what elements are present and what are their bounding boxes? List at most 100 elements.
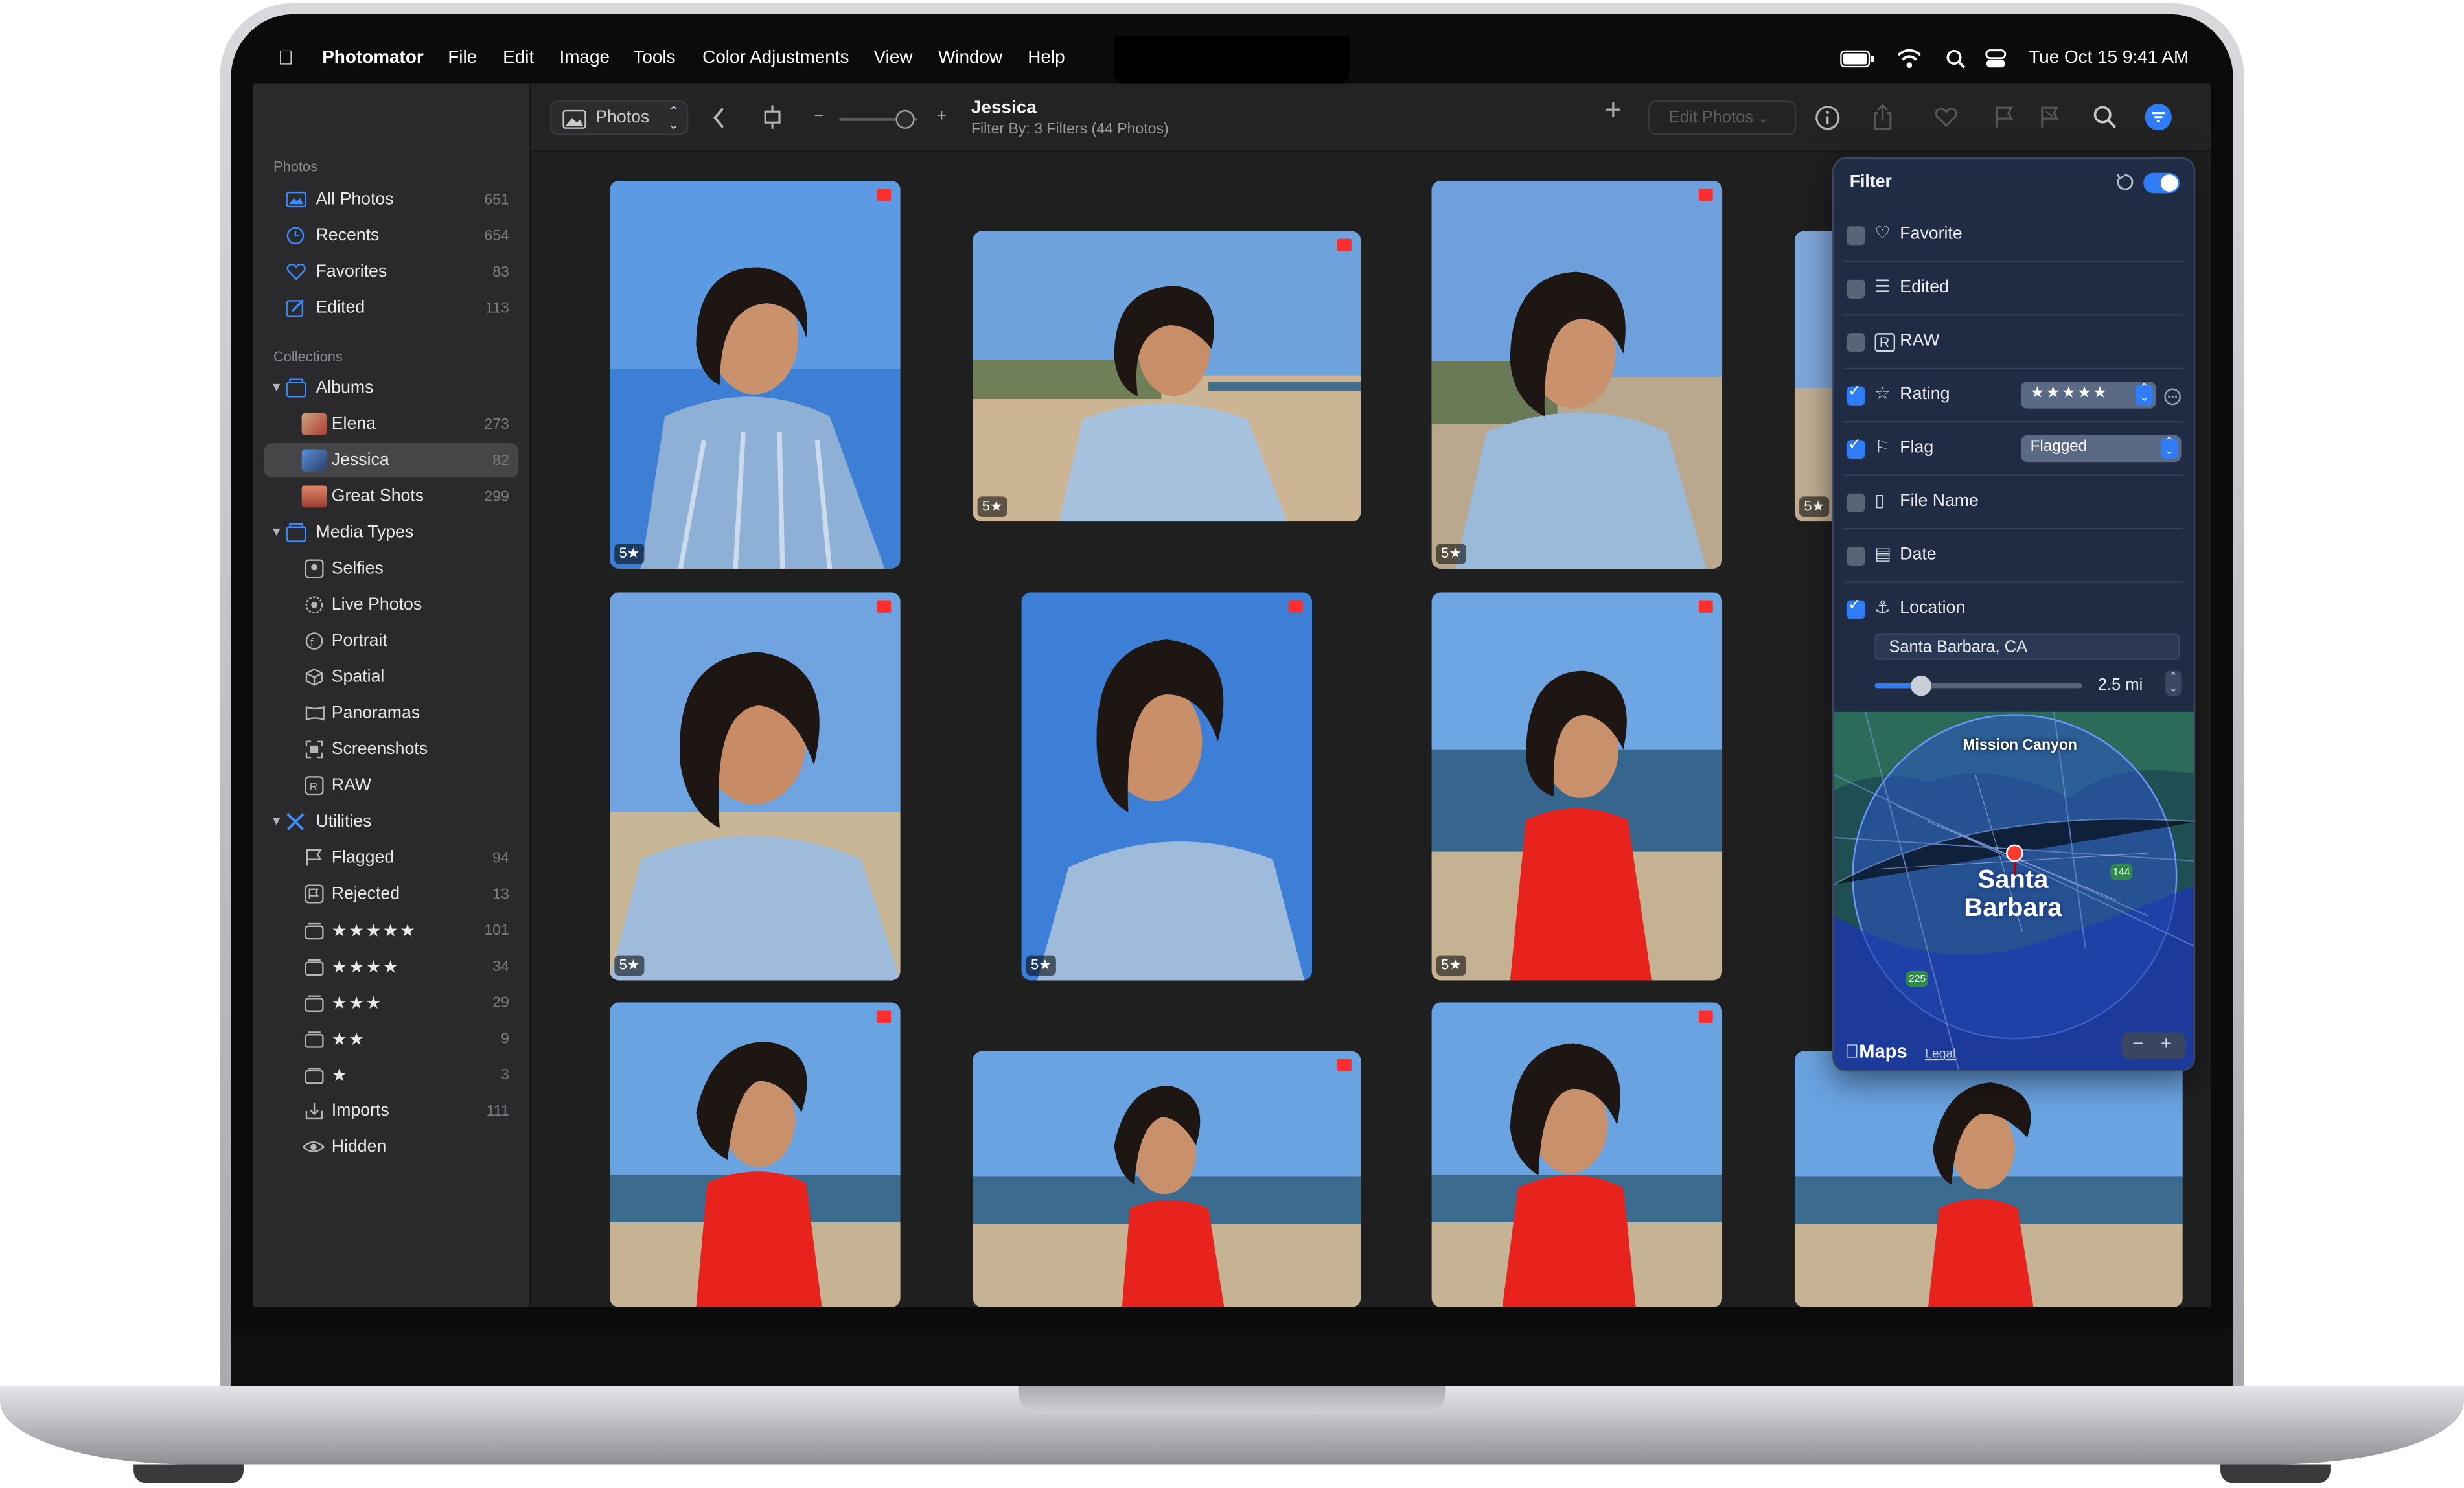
raw-checkbox[interactable] xyxy=(1846,333,1865,352)
sidebar-item-5-stars[interactable]: ★★★★★ 101 xyxy=(264,913,518,947)
sidebar-item-2-stars[interactable]: ★★ 9 xyxy=(264,1022,518,1056)
filter-row-file-name[interactable]: ▯ File Name xyxy=(1843,476,2183,530)
filter-row-edited[interactable]: ☰ Edited xyxy=(1843,262,2183,316)
edited-checkbox[interactable] xyxy=(1846,279,1865,299)
location-map[interactable]: Mission Canyon Santa Barbara 144 225 Ma… xyxy=(1834,711,2194,1070)
battery-icon[interactable] xyxy=(1840,50,1874,68)
wifi-icon[interactable] xyxy=(1896,49,1922,69)
photo-thumbnail[interactable]: 5★ xyxy=(610,592,901,981)
add-icon[interactable]: + xyxy=(1604,96,1622,126)
zoom-out-icon[interactable]: − xyxy=(2132,1032,2143,1055)
share-icon[interactable] xyxy=(1872,104,1894,130)
flag-icon[interactable] xyxy=(1994,106,2015,129)
photo-thumbnail[interactable]: 5★ xyxy=(1431,180,1723,569)
filter-row-date[interactable]: ▤ Date xyxy=(1843,529,2183,583)
sidebar-item-selfies[interactable]: Selfies xyxy=(264,551,518,586)
file-name-checkbox[interactable] xyxy=(1846,493,1865,512)
sidebar-item-flagged[interactable]: Flagged 94 xyxy=(264,841,518,875)
flag-checkbox[interactable] xyxy=(1846,437,1865,459)
menu-view[interactable]: View xyxy=(874,49,913,67)
sidebar-item-edited[interactable]: Edited 113 xyxy=(264,291,518,325)
menu-color-adjustments[interactable]: Color Adjustments xyxy=(702,49,849,67)
sidebar-item-recents[interactable]: Recents 654 xyxy=(264,218,518,253)
radius-stepper[interactable]: ⌃ ⌄ xyxy=(2165,670,2182,696)
zoom-out-icon[interactable]: − xyxy=(814,104,824,129)
flag-select[interactable]: Flagged ⌃ ⌄ xyxy=(2021,435,2182,463)
photo-thumbnail[interactable]: 5★ xyxy=(610,180,901,569)
sidebar-item-4-stars[interactable]: ★★★★ 34 xyxy=(264,949,518,983)
filter-row-rating[interactable]: ☆ Rating ★★★★★ ⌃⌄ xyxy=(1843,369,2183,423)
reset-icon[interactable] xyxy=(2115,173,2134,192)
photo-thumbnail[interactable]: 5★ xyxy=(973,231,1361,522)
location-checkbox[interactable] xyxy=(1846,597,1865,619)
rating-select[interactable]: ★★★★★ ⌃ ⌄ xyxy=(2021,382,2156,409)
search-icon[interactable] xyxy=(2093,106,2117,129)
sidebar-item-spatial[interactable]: Spatial xyxy=(264,660,518,694)
app-menu[interactable]: Photomator xyxy=(322,49,424,67)
photo-thumbnail[interactable] xyxy=(973,1051,1361,1307)
zoom-in-icon[interactable]: + xyxy=(2161,1032,2172,1055)
sidebar-item-jessica[interactable]: Jessica 82 xyxy=(264,442,519,478)
reject-icon[interactable] xyxy=(2040,106,2060,129)
star-icon: ☆ xyxy=(1874,385,1891,404)
sidebar-item-rejected[interactable]: Rejected 13 xyxy=(264,876,518,911)
clock[interactable]: Tue Oct 15 9:41 AM xyxy=(2029,49,2189,67)
filter-row-location[interactable]: ⚓ Location xyxy=(1843,583,2183,636)
favorite-checkbox[interactable] xyxy=(1846,226,1865,246)
legal-link[interactable]: Legal xyxy=(1925,1046,1955,1060)
filter-toggle-icon[interactable] xyxy=(2145,104,2172,131)
flag-icon xyxy=(1698,600,1713,613)
rating-checkbox[interactable] xyxy=(1846,383,1865,406)
sidebar-group-albums[interactable]: ▼ Albums xyxy=(264,371,518,405)
sidebar-group-utilities[interactable]: ▼ Utilities xyxy=(264,805,518,839)
menu-edit[interactable]: Edit xyxy=(503,49,534,67)
sidebar-item-hidden[interactable]: Hidden xyxy=(264,1130,518,1164)
zoom-slider-knob[interactable] xyxy=(895,109,915,129)
back-icon[interactable] xyxy=(712,107,726,129)
crop-fit-icon[interactable] xyxy=(761,105,784,129)
location-field[interactable]: Santa Barbara, CA xyxy=(1874,633,2180,660)
menu-window[interactable]: Window xyxy=(938,49,1002,67)
date-checkbox[interactable] xyxy=(1846,547,1865,566)
sidebar-item-panoramas[interactable]: Panoramas xyxy=(264,696,518,730)
spotlight-icon[interactable] xyxy=(1946,49,1966,69)
sidebar-item-3-stars[interactable]: ★★★ 29 xyxy=(264,985,518,1020)
photo-thumbnail[interactable]: 5★ xyxy=(1431,592,1723,981)
apple-icon[interactable]:  xyxy=(278,45,294,69)
photo-thumbnail[interactable]: 5★ xyxy=(1021,592,1313,981)
photo-thumbnail[interactable] xyxy=(1794,1051,2183,1307)
photo-thumbnail[interactable] xyxy=(1431,1002,1723,1307)
sidebar-item-live-photos[interactable]: Live Photos xyxy=(264,588,518,622)
menu-help[interactable]: Help xyxy=(1028,49,1065,67)
sidebar-item-1-star[interactable]: ★ 3 xyxy=(264,1057,518,1092)
info-icon[interactable] xyxy=(1815,106,1840,131)
zoom-in-icon[interactable]: + xyxy=(937,104,947,129)
photo-thumbnail[interactable] xyxy=(610,1002,901,1307)
radius-slider-knob[interactable] xyxy=(1911,675,1931,696)
menu-file[interactable]: File xyxy=(448,49,477,67)
sidebar-item-great-shots[interactable]: Great Shots 299 xyxy=(264,479,518,514)
control-center-icon[interactable] xyxy=(1985,49,2007,69)
sidebar-item-raw[interactable]: R RAW xyxy=(264,768,518,803)
sidebar-item-imports[interactable]: Imports 111 xyxy=(264,1093,518,1128)
sidebar-item-all-photos[interactable]: All Photos 651 xyxy=(264,182,518,216)
filter-enable-toggle[interactable] xyxy=(2143,172,2180,194)
map-zoom-control: − + xyxy=(2121,1032,2186,1059)
source-popup[interactable]: Photos ⌃ ⌄ xyxy=(549,100,689,135)
filter-row-raw[interactable]: R RAW xyxy=(1843,316,2183,369)
more-options-icon[interactable] xyxy=(2164,388,2182,406)
album-thumbnail xyxy=(301,485,327,508)
sidebar-item-label: RAW xyxy=(331,776,372,796)
sidebar-item-elena[interactable]: Elena 273 xyxy=(264,407,518,441)
menu-tools[interactable]: Tools xyxy=(633,49,675,67)
menu-image[interactable]: Image xyxy=(559,49,610,67)
filter-row-flag[interactable]: ⚐ Flag Flagged ⌃⌄ xyxy=(1843,422,2183,476)
favorite-icon[interactable] xyxy=(1935,107,1958,128)
sidebar-group-media-types[interactable]: ▼ Media Types xyxy=(264,516,518,550)
sidebar-item-favorites[interactable]: Favorites 83 xyxy=(264,255,518,289)
sidebar-item-screenshots[interactable]: Screenshots xyxy=(264,732,518,766)
sidebar-item-portrait[interactable]: f Portrait xyxy=(264,624,518,658)
radius-slider[interactable] xyxy=(1874,683,2082,689)
edit-photos-button[interactable]: Edit Photos ⌄ xyxy=(1648,100,1797,135)
filter-row-favorite[interactable]: ♡ Favorite xyxy=(1843,209,2183,263)
